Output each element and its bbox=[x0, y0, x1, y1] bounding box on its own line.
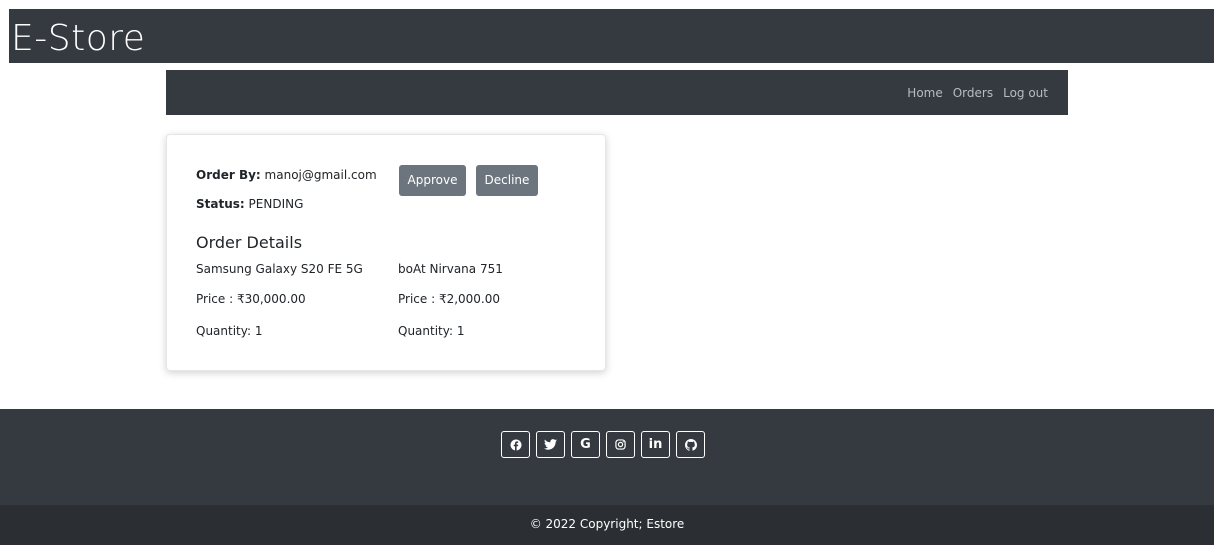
linkedin-icon[interactable]: in bbox=[641, 431, 670, 458]
status-row: Status: PENDING bbox=[196, 197, 303, 211]
nav-home-link[interactable]: Home bbox=[907, 85, 942, 101]
status-label: Status: bbox=[196, 197, 245, 211]
status-value: PENDING bbox=[248, 197, 304, 211]
item-1-price: Price : ₹30,000.00 bbox=[196, 292, 306, 306]
twitter-icon[interactable] bbox=[536, 431, 565, 458]
item-1-name: Samsung Galaxy S20 FE 5G bbox=[196, 262, 363, 276]
footer-social-section: G in bbox=[0, 409, 1214, 505]
item-1-quantity: Quantity: 1 bbox=[196, 324, 263, 338]
nav-links: Home Orders Log out bbox=[907, 85, 1048, 101]
footer-bottom: © 2022 Copyright; Estore bbox=[0, 505, 1214, 545]
navbar: Home Orders Log out bbox=[166, 70, 1068, 115]
order-by-row: Order By: manoj@gmail.com bbox=[196, 168, 377, 182]
item-2-name: boAt Nirvana 751 bbox=[398, 262, 503, 276]
order-by-label: Order By: bbox=[196, 168, 261, 182]
order-card: Order By: manoj@gmail.com Status: PENDIN… bbox=[166, 134, 606, 371]
order-details-heading: Order Details bbox=[196, 233, 303, 252]
order-by-email: manoj@gmail.com bbox=[264, 168, 377, 182]
instagram-icon[interactable] bbox=[606, 431, 635, 458]
github-icon[interactable] bbox=[676, 431, 705, 458]
nav-logout-link[interactable]: Log out bbox=[1003, 85, 1048, 101]
nav-orders-link[interactable]: Orders bbox=[953, 85, 993, 101]
facebook-icon[interactable] bbox=[501, 431, 530, 458]
decline-button[interactable]: Decline bbox=[476, 165, 538, 196]
item-2-price: Price : ₹2,000.00 bbox=[398, 292, 501, 306]
top-bar: E-Store bbox=[9, 9, 1214, 63]
brand-logo[interactable]: E-Store bbox=[11, 19, 145, 59]
google-icon[interactable]: G bbox=[571, 431, 600, 458]
social-links: G in bbox=[501, 431, 705, 458]
approve-button[interactable]: Approve bbox=[399, 165, 466, 196]
copyright-text: © 2022 Copyright; Estore bbox=[529, 517, 685, 531]
item-2-quantity: Quantity: 1 bbox=[398, 324, 465, 338]
